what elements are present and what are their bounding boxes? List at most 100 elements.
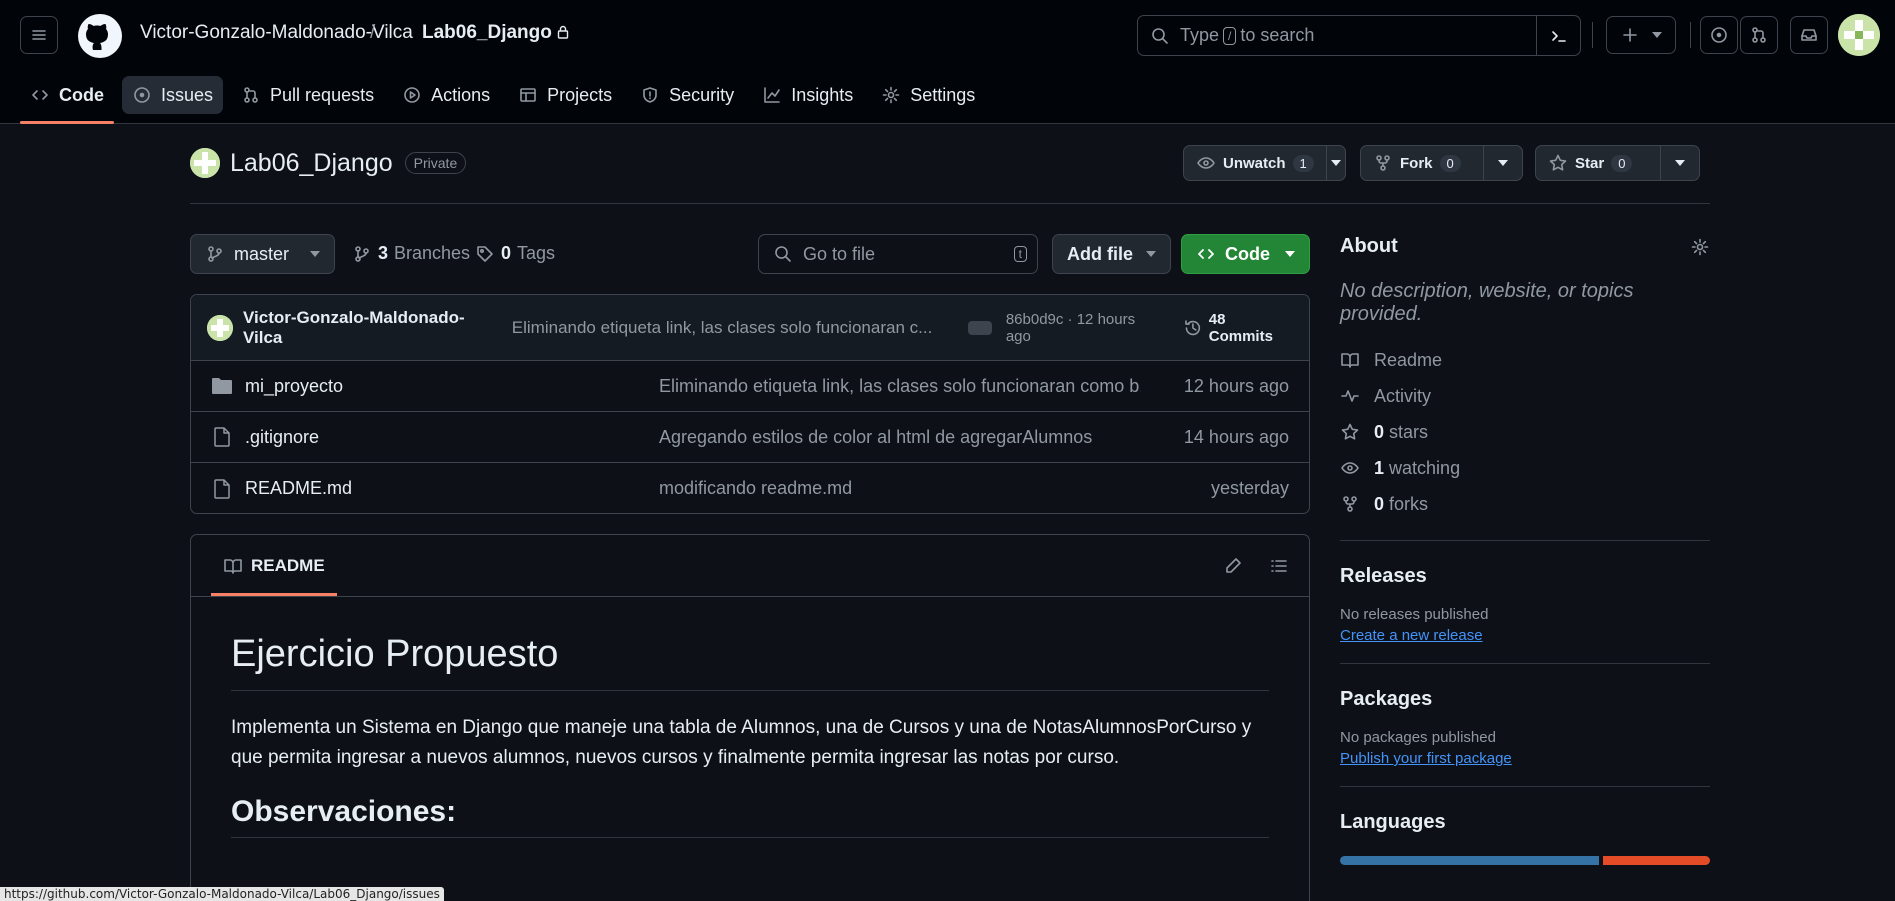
about-links: Readme Activity 0 stars 1 watching 0 for… (1340, 342, 1710, 522)
watch-count: 1 (1292, 154, 1314, 172)
file-name[interactable]: README.md (245, 478, 659, 499)
chevron-down-icon (1652, 32, 1662, 38)
tab-projects[interactable]: Projects (508, 76, 622, 114)
tags-link[interactable]: 0 Tags (475, 243, 555, 264)
readme-link[interactable]: Readme (1340, 342, 1710, 378)
file-row[interactable]: mi_proyecto Eliminando etiqueta link, la… (191, 361, 1309, 412)
search-input[interactable]: Type / to search (1137, 15, 1581, 56)
tab-label: Security (669, 84, 735, 105)
file-commit-message[interactable]: modificando readme.md (659, 478, 1141, 499)
breadcrumb-repo-label: Lab06_Django (422, 22, 552, 43)
readme-header: README (191, 535, 1309, 597)
gear-icon[interactable] (1690, 237, 1710, 257)
commit-author-avatar[interactable] (207, 314, 233, 341)
search-shortcut-key: / (1223, 26, 1237, 45)
latest-commit-row: Victor-Gonzalo-Maldonado-Vilca Eliminand… (191, 295, 1309, 361)
breadcrumb-repo[interactable]: Lab06_Django (422, 22, 569, 44)
watching-link[interactable]: 1 watching (1340, 450, 1710, 486)
readme-paragraph: Implementa un Sistema en Django que mane… (231, 717, 1252, 768)
table-icon (520, 88, 536, 102)
file-name[interactable]: mi_proyecto (245, 376, 659, 397)
readme-tab[interactable]: README (211, 535, 337, 596)
tab-issues[interactable]: Issues (122, 76, 224, 114)
repo-title: Lab06_Django Private (190, 148, 467, 178)
book-icon (1341, 353, 1359, 368)
star-button[interactable]: Star 0 (1535, 145, 1700, 181)
tab-label: Settings (910, 84, 976, 105)
issues-button[interactable] (1700, 16, 1738, 54)
list-outline-icon[interactable] (1269, 556, 1289, 576)
sidebar-divider (1340, 540, 1710, 541)
tab-label: Code (59, 84, 104, 105)
tab-code[interactable]: Code (20, 76, 114, 124)
star-dropdown[interactable] (1661, 146, 1699, 180)
unwatch-label: Unwatch (1223, 154, 1286, 172)
tab-security[interactable]: Security (630, 76, 744, 114)
branches-label: Branches (394, 243, 471, 263)
github-logo-icon[interactable] (78, 14, 122, 58)
file-commit-message[interactable]: Agregando estilos de color al html de ag… (659, 427, 1141, 448)
command-palette-button[interactable] (1536, 16, 1580, 55)
user-avatar[interactable] (1838, 14, 1880, 56)
commit-message[interactable]: Eliminando etiqueta link, las clases sol… (512, 318, 946, 338)
tag-icon (477, 245, 493, 262)
file-commit-message[interactable]: Eliminando etiqueta link, las clases sol… (659, 376, 1141, 397)
pull-requests-button[interactable] (1740, 16, 1778, 54)
add-file-label: Add file (1067, 243, 1133, 264)
activity-link-label: Activity (1374, 385, 1432, 406)
lock-icon (557, 25, 569, 39)
forks-link[interactable]: 0 forks (1340, 486, 1710, 522)
unwatch-dropdown[interactable] (1327, 146, 1345, 180)
create-release-link[interactable]: Create a new release (1340, 627, 1483, 644)
file-row[interactable]: .gitignore Agregando estilos de color al… (191, 412, 1309, 463)
packages-empty: No packages published (1340, 729, 1496, 746)
language-bar (1340, 856, 1710, 865)
commit-hash-time[interactable]: 86b0d9c · 12 hours ago (1006, 311, 1163, 345)
repo-owner-avatar[interactable] (190, 148, 220, 178)
go-to-file-input[interactable]: Go to file t (758, 234, 1038, 274)
branch-name: master (234, 243, 290, 264)
tab-actions[interactable]: Actions (392, 76, 500, 114)
file-name[interactable]: .gitignore (245, 427, 659, 448)
activity-link[interactable]: Activity (1340, 378, 1710, 414)
add-file-button[interactable]: Add file (1052, 234, 1171, 274)
file-list: Victor-Gonzalo-Maldonado-Vilca Eliminand… (190, 294, 1310, 514)
tab-insights[interactable]: Insights (752, 76, 863, 114)
code-button[interactable]: Code (1181, 234, 1310, 274)
commit-expand-button[interactable] (968, 320, 992, 335)
tab-settings[interactable]: Settings (871, 76, 985, 114)
fork-dropdown[interactable] (1484, 146, 1522, 180)
unwatch-button[interactable]: Unwatch 1 (1183, 145, 1346, 181)
file-icon (214, 427, 230, 447)
file-row[interactable]: README.md modificando readme.md yesterda… (191, 463, 1309, 513)
repo-forked-icon (1376, 155, 1390, 171)
commit-author[interactable]: Victor-Gonzalo-Maldonado-Vilca (243, 308, 502, 348)
title-divider (190, 203, 1710, 204)
chevron-down-icon (1498, 160, 1509, 166)
repo-name[interactable]: Lab06_Django (230, 149, 393, 178)
go-to-file-placeholder: Go to file (803, 243, 876, 264)
visibility-badge: Private (404, 152, 467, 174)
pencil-icon[interactable] (1223, 556, 1243, 576)
chevron-down-icon (1675, 160, 1686, 166)
releases-heading[interactable]: Releases (1340, 565, 1710, 588)
plus-icon (1623, 28, 1637, 42)
stars-count: 0 (1374, 421, 1385, 442)
stars-link[interactable]: 0 stars (1340, 414, 1710, 450)
fork-button[interactable]: Fork 0 (1360, 145, 1523, 181)
publish-package-link[interactable]: Publish your first package (1340, 750, 1512, 767)
packages-heading[interactable]: Packages (1340, 688, 1710, 711)
breadcrumb-separator: / (370, 22, 376, 43)
create-new-button[interactable] (1606, 16, 1676, 54)
stars-label: stars (1389, 421, 1429, 442)
eye-icon (1341, 462, 1359, 474)
about-heading: About (1340, 235, 1710, 258)
menu-button[interactable] (20, 16, 58, 54)
commits-link[interactable]: 48 Commits (1183, 311, 1293, 345)
chevron-down-icon (1285, 251, 1295, 257)
branches-link[interactable]: 3 Branches (352, 243, 470, 264)
inbox-button[interactable] (1790, 16, 1828, 54)
branch-select[interactable]: master (190, 234, 335, 274)
tab-pull-requests[interactable]: Pull requests (231, 76, 384, 114)
star-icon (1549, 154, 1567, 171)
